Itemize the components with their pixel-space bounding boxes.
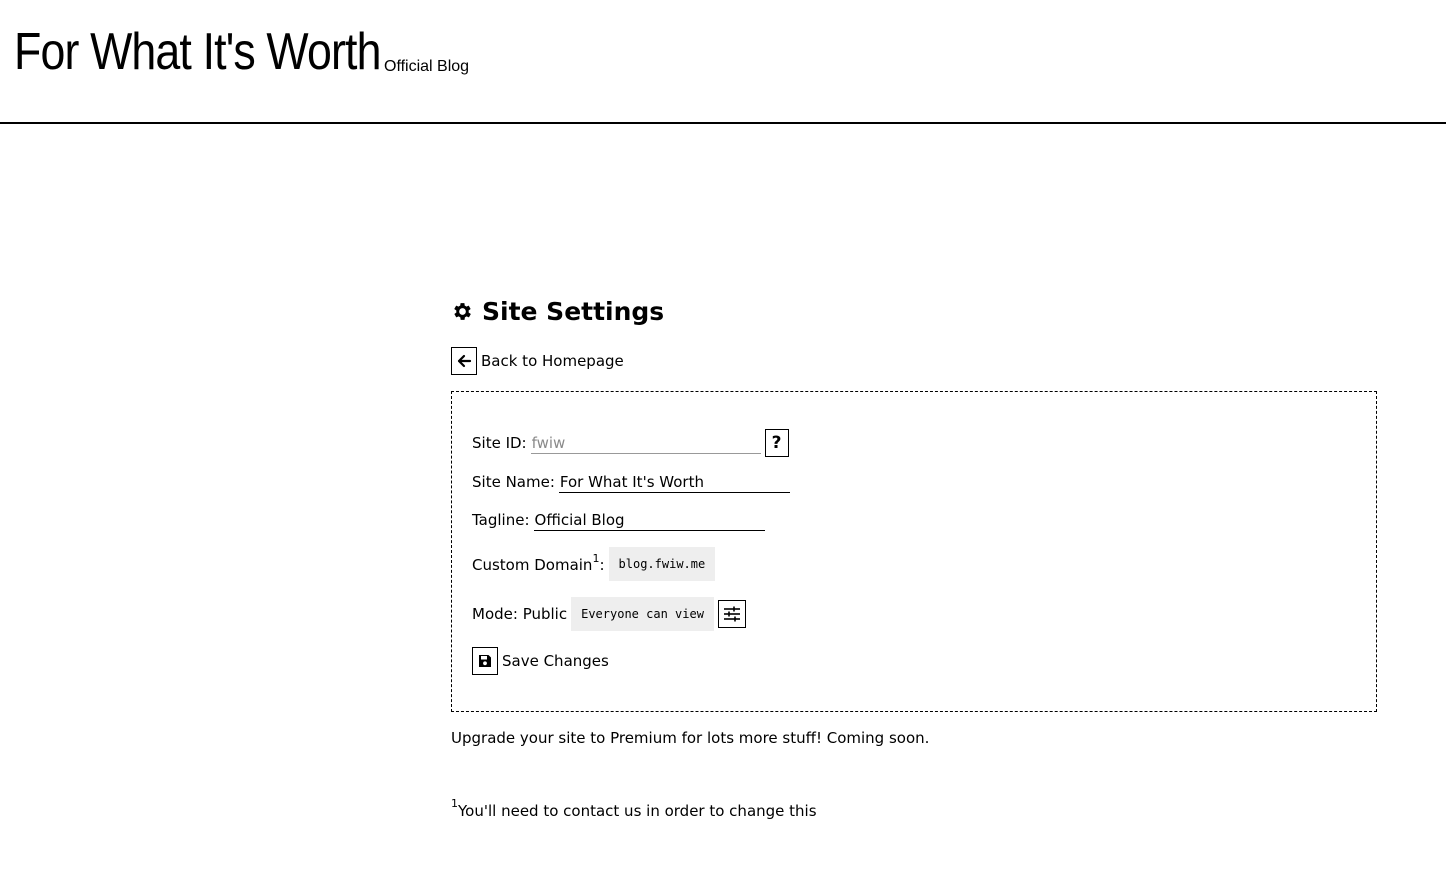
mode-row: Mode: Public Everyone can view (472, 597, 746, 631)
site-name-label: Site Name: (472, 473, 555, 491)
site-id-label: Site ID: (472, 434, 527, 452)
custom-domain-row: Custom Domain1: blog.fwiw.me (472, 547, 716, 581)
settings-main: Site Settings Back to Homepage Site ID: … (451, 290, 1377, 712)
mode-label: Mode: Public (472, 605, 568, 623)
mode-description: Everyone can view (571, 597, 714, 631)
upgrade-note: Upgrade your site to Premium for lots mo… (451, 729, 930, 747)
site-title[interactable]: For What It's Worth (14, 20, 381, 84)
site-name-field[interactable] (558, 471, 790, 493)
save-changes-button[interactable]: Save Changes (472, 646, 609, 676)
floppy-disk-icon[interactable] (472, 647, 498, 675)
page-title-text: Site Settings (482, 296, 665, 326)
custom-domain-value: blog.fwiw.me (608, 547, 716, 581)
site-id-field[interactable] (530, 432, 761, 454)
back-to-homepage-link[interactable]: Back to Homepage (451, 347, 1377, 375)
footnote-marker: 1 (592, 552, 600, 565)
arrow-left-icon[interactable] (451, 347, 477, 375)
mode-settings-button[interactable] (717, 600, 746, 628)
save-changes-label[interactable]: Save Changes (502, 652, 609, 670)
footnote-text: You'll need to contact us in order to ch… (458, 802, 817, 820)
tagline-field[interactable] (533, 509, 765, 531)
back-to-homepage-label[interactable]: Back to Homepage (481, 352, 624, 370)
page-title: Site Settings (451, 290, 1377, 332)
site-tagline: Official Blog (384, 58, 470, 75)
site-id-row: Site ID: ? (472, 428, 789, 458)
settings-form: Site ID: ? Site Name: Tagline: Custom Do… (451, 391, 1377, 712)
gear-icon (451, 300, 474, 323)
tagline-row: Tagline: (472, 507, 765, 533)
footnote-number: 1 (451, 797, 458, 810)
tagline-label: Tagline: (472, 511, 530, 529)
footnote: 1You'll need to contact us in order to c… (451, 797, 817, 820)
custom-domain-colon: : (599, 556, 605, 574)
site-header: For What It's Worth Official Blog (0, 0, 1446, 124)
sliders-icon (723, 606, 740, 622)
custom-domain-label: Custom Domain1: (472, 552, 605, 574)
site-id-help-button[interactable]: ? (764, 429, 789, 457)
site-name-row: Site Name: (472, 469, 790, 495)
custom-domain-label-text: Custom Domain (472, 556, 593, 574)
